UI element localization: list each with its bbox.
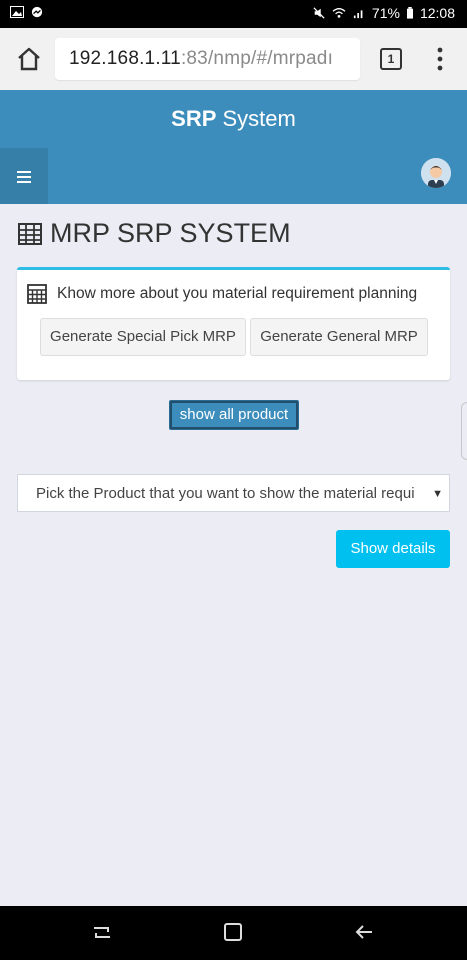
edge-panel-handle[interactable] [461, 402, 467, 460]
back-icon[interactable] [352, 920, 376, 944]
url-host: 192.168.1.11 [69, 48, 181, 69]
messenger-icon [31, 6, 43, 18]
url-text: 192.168.1.11:83/nmp/#/mrpadı [69, 48, 333, 70]
system-navigation-bar [0, 906, 467, 960]
signal-icon [353, 10, 363, 19]
status-bar: 71% 12:08 [0, 0, 467, 28]
table-icon [18, 222, 42, 245]
show-all-product-button[interactable]: show all product [169, 400, 299, 430]
mute-icon [313, 7, 325, 19]
product-select[interactable]: Pick the Product that you want to show t… [17, 474, 450, 512]
show-details-button[interactable]: Show details [336, 530, 450, 568]
card-header: Khow more about you material requirement… [27, 284, 417, 304]
hamburger-icon [17, 171, 31, 184]
generate-special-pick-mrp-button[interactable]: Generate Special Pick MRP [40, 318, 246, 356]
avatar[interactable] [421, 158, 451, 188]
page-title: MRP SRP SYSTEM [18, 218, 291, 249]
home-nav-icon[interactable] [221, 920, 245, 944]
browser-toolbar: 192.168.1.11:83/nmp/#/mrpadı 1 [0, 28, 467, 91]
top-navbar [0, 148, 467, 204]
card-heading: Khow more about you material requirement… [57, 285, 418, 302]
address-bar[interactable]: 192.168.1.11:83/nmp/#/mrpadı [55, 38, 360, 80]
battery-percent: 71% [371, 5, 400, 21]
app-logo[interactable]: SRP System [0, 90, 467, 148]
product-select-value: Pick the Product that you want to show t… [36, 485, 415, 502]
clock: 12:08 [419, 5, 455, 21]
user-avatar-icon [421, 158, 451, 188]
recent-apps-icon[interactable] [90, 920, 114, 944]
home-icon[interactable] [14, 44, 44, 74]
battery-icon [406, 7, 413, 19]
caret-down-icon: ▼ [432, 488, 443, 500]
mrp-info-box: Khow more about you material requirement… [17, 267, 450, 380]
tab-switcher-button[interactable]: 1 [380, 48, 402, 70]
app-title-rest: System [216, 106, 296, 131]
page-title-text: MRP SRP SYSTEM [50, 218, 291, 248]
more-options-icon[interactable] [432, 46, 448, 72]
url-path: :83/nmp/#/mrpadı [180, 48, 334, 69]
sidebar-toggle-button[interactable] [0, 148, 48, 204]
app-title-bold: SRP [171, 106, 217, 131]
wifi-icon [332, 8, 346, 18]
calculator-icon [27, 284, 47, 304]
photo-icon [10, 6, 24, 18]
generate-general-mrp-button[interactable]: Generate General MRP [250, 318, 428, 356]
